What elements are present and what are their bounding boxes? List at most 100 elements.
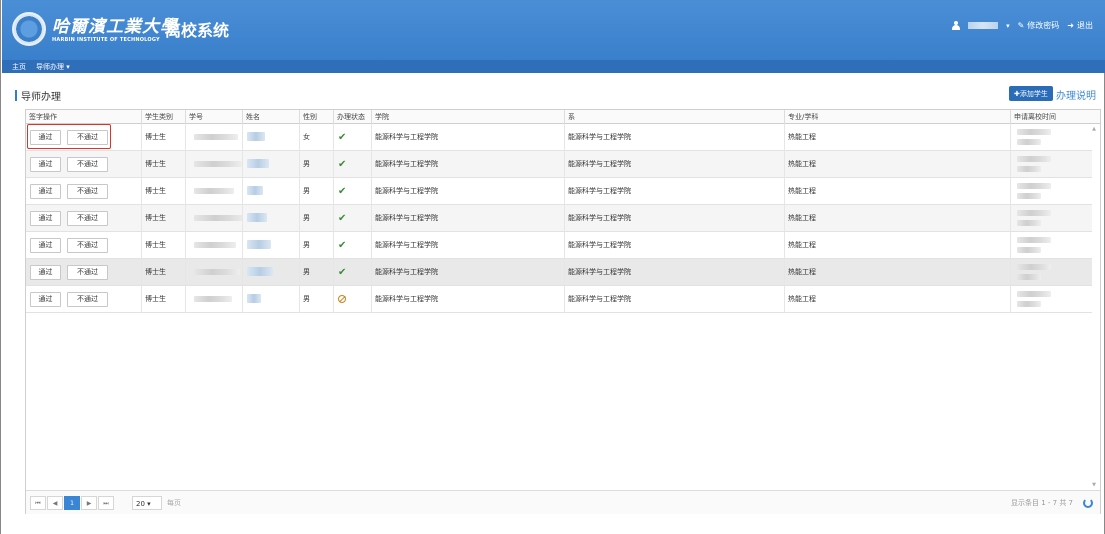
approve-button[interactable]: 通过	[30, 292, 61, 307]
prev-page-button[interactable]: ◀	[47, 496, 63, 510]
section-accent-bar	[15, 90, 17, 101]
redacted-apply-time	[1017, 166, 1041, 172]
college-cell: 能源科学与工程学院	[372, 286, 565, 313]
reject-button[interactable]: 不通过	[67, 292, 108, 307]
approve-button[interactable]: 通过	[30, 157, 61, 172]
logout-link[interactable]: ➜ 退出	[1067, 20, 1093, 31]
apply-time-cell	[1011, 259, 1092, 286]
change-password-label: 修改密码	[1027, 21, 1060, 30]
name-cell	[243, 124, 300, 151]
check-icon: ✔	[338, 186, 347, 197]
pagination-bar: ⏮ ◀ 1 ▶ ⏭ 20 ▾ 每页 显示条目 1 - 7 共 7	[26, 490, 1100, 514]
redacted-name	[247, 159, 269, 168]
column-header[interactable]: 专业/学科	[785, 110, 1011, 124]
column-header[interactable]: 系	[565, 110, 785, 124]
scroll-up-icon[interactable]: ▲	[1092, 126, 1096, 132]
check-icon: ✔	[338, 132, 347, 143]
table-row[interactable]: 通过 不通过 博士生男 ✔ 能源科学与工程学院 能源科学与工程学院 热能工程	[26, 205, 1092, 232]
department-cell: 能源科学与工程学院	[565, 124, 785, 151]
status-cell: ✔	[334, 232, 372, 259]
blocked-icon	[338, 295, 346, 303]
college-cell: 能源科学与工程学院	[372, 124, 565, 151]
redacted-name	[247, 294, 261, 303]
page-size-label: 每页	[167, 499, 181, 507]
column-header[interactable]: 性别	[300, 110, 334, 124]
apply-time-cell	[1011, 178, 1092, 205]
sign-action-cell: 通过 不通过	[26, 232, 142, 259]
college-cell: 能源科学与工程学院	[372, 259, 565, 286]
column-header[interactable]: 学生类别	[142, 110, 186, 124]
redacted-apply-time	[1017, 247, 1041, 253]
first-page-button[interactable]: ⏮	[30, 496, 46, 510]
reject-button[interactable]: 不通过	[67, 238, 108, 253]
last-page-button[interactable]: ⏭	[98, 496, 114, 510]
status-cell: ✔	[334, 151, 372, 178]
department-cell: 能源科学与工程学院	[565, 151, 785, 178]
student-id-cell	[186, 151, 243, 178]
redacted-name	[247, 213, 267, 222]
approve-button[interactable]: 通过	[30, 184, 61, 199]
department-cell: 能源科学与工程学院	[565, 286, 785, 313]
table-row[interactable]: 通过 不通过 博士生女 ✔ 能源科学与工程学院 能源科学与工程学院 热能工程	[26, 124, 1092, 151]
redacted-apply-time	[1017, 220, 1041, 226]
column-header[interactable]: 学院	[372, 110, 565, 124]
user-menu-chevron-icon[interactable]: ▾	[1006, 22, 1010, 30]
menu-advisor[interactable]: 导师办理 ▾	[36, 62, 70, 72]
university-logo-text: 哈爾濱工業大學	[52, 17, 178, 37]
check-icon: ✔	[338, 240, 347, 251]
record-count-info: 显示条目 1 - 7 共 7	[1011, 499, 1074, 507]
category-cell: 博士生	[142, 286, 186, 313]
column-header[interactable]: 签字操作	[26, 110, 142, 124]
category-cell: 博士生	[142, 232, 186, 259]
category-cell: 博士生	[142, 205, 186, 232]
reject-button[interactable]: 不通过	[67, 157, 108, 172]
page-size-select[interactable]: 20 ▾	[132, 496, 162, 510]
approve-button[interactable]: 通过	[30, 265, 61, 280]
redacted-apply-time	[1017, 193, 1041, 199]
redacted-name	[247, 186, 263, 195]
department-cell: 能源科学与工程学院	[565, 232, 785, 259]
next-page-button[interactable]: ▶	[81, 496, 97, 510]
add-student-button[interactable]: ✚添加学生	[1009, 86, 1053, 101]
column-header[interactable]: 姓名	[243, 110, 300, 124]
gender-cell: 男	[300, 259, 334, 286]
current-page-button[interactable]: 1	[64, 496, 80, 510]
approve-button[interactable]: 通过	[30, 211, 61, 226]
table-row[interactable]: 通过 不通过 博士生男 ✔ 能源科学与工程学院 能源科学与工程学院 热能工程	[26, 232, 1092, 259]
user-name-redacted[interactable]	[968, 22, 999, 29]
highlight-box	[27, 124, 111, 149]
college-cell: 能源科学与工程学院	[372, 151, 565, 178]
table-row[interactable]: 通过 不通过 博士生男 ✔ 能源科学与工程学院 能源科学与工程学院 热能工程	[26, 178, 1092, 205]
apply-time-cell	[1011, 124, 1092, 151]
menu-home[interactable]: 主页	[12, 62, 26, 72]
apply-time-cell	[1011, 232, 1092, 259]
redacted-student-id	[194, 269, 240, 275]
major-cell: 热能工程	[785, 259, 1011, 286]
help-link[interactable]: 办理说明	[1056, 87, 1096, 102]
status-cell: ✔	[334, 124, 372, 151]
table-row[interactable]: 通过 不通过 博士生男能源科学与工程学院 能源科学与工程学院 热能工程	[26, 286, 1092, 313]
status-cell: ✔	[334, 205, 372, 232]
redacted-apply-date	[1017, 183, 1051, 189]
refresh-icon[interactable]	[1083, 498, 1093, 508]
column-header[interactable]: 申请离校时间	[1011, 110, 1100, 124]
reject-button[interactable]: 不通过	[67, 265, 108, 280]
major-cell: 热能工程	[785, 151, 1011, 178]
approve-button[interactable]: 通过	[30, 238, 61, 253]
column-header[interactable]: 学号	[186, 110, 243, 124]
reject-button[interactable]: 不通过	[67, 184, 108, 199]
redacted-apply-date	[1017, 237, 1051, 243]
check-icon: ✔	[338, 213, 347, 224]
column-header[interactable]: 办理状态	[334, 110, 372, 124]
table-row[interactable]: 通过 不通过 博士生男 ✔ 能源科学与工程学院 能源科学与工程学院 热能工程	[26, 259, 1092, 286]
college-cell: 能源科学与工程学院	[372, 232, 565, 259]
redacted-student-id	[194, 215, 242, 221]
table-row[interactable]: 通过 不通过 博士生男 ✔ 能源科学与工程学院 能源科学与工程学院 热能工程	[26, 151, 1092, 178]
page-title: 导师办理	[21, 92, 61, 103]
redacted-apply-date	[1017, 156, 1051, 162]
logout-icon: ➜	[1067, 21, 1074, 30]
reject-button[interactable]: 不通过	[67, 211, 108, 226]
change-password-link[interactable]: ✎ 修改密码	[1018, 20, 1060, 31]
scroll-down-icon[interactable]: ▼	[1092, 482, 1096, 488]
redacted-apply-date	[1017, 129, 1051, 135]
